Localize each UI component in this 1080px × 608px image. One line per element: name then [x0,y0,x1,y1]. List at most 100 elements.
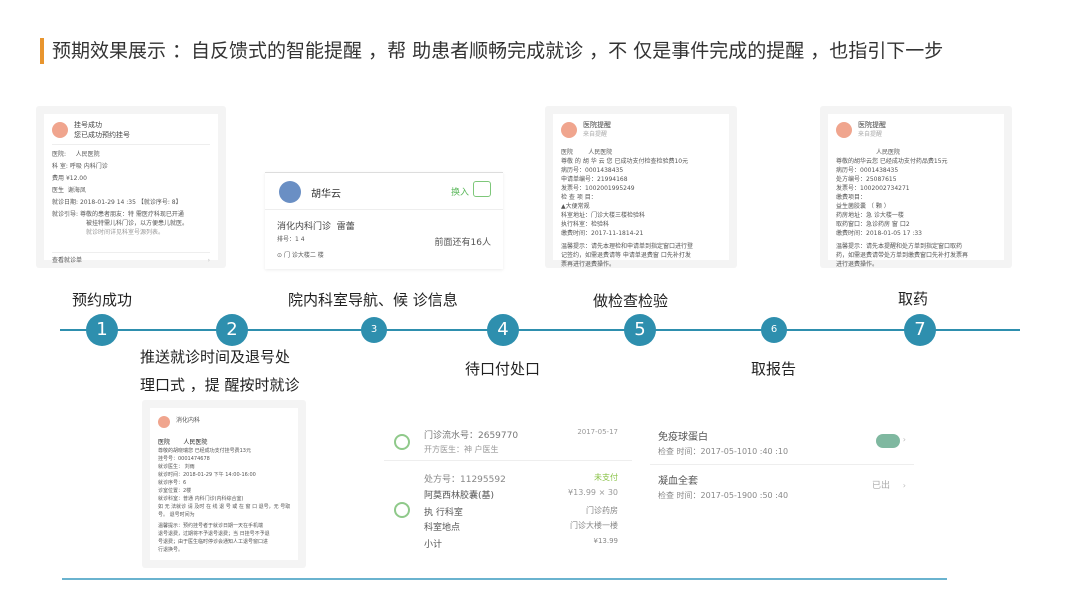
card1-dept: 呼吸 内科门诊 [69,163,108,170]
card1-date-label: 就诊日期: [52,199,79,206]
card7-line: 取药窗口：急诊药房 窗 口2 [836,221,910,228]
card1-date: 2018-01-29 14 :35 【就诊序号: 8】 [79,199,182,206]
card5-line: 科室地址：门诊大楼三楼检验科 [561,212,646,219]
card2-line: 诊室位置：2楼 [158,488,192,494]
card4-loc-label: 科室地点 [424,523,461,533]
step-label-7: 取药 [898,290,929,308]
report-item-1-time: 检查 时间：2017-05-1010 :40 :10 [658,447,789,456]
card2-line: 尊敬的胡晓瑞您 已经成功支付挂号费13元 [158,448,251,454]
card-queue-info: 胡华云 换入 消化内科门诊 雷蕾 排号：1 4 前面还有16人 ⊙ 门 诊大楼二… [265,172,503,269]
card5-line: 病历号：0001438435 [561,167,624,174]
card5-hospital: 人民医院 [588,149,613,156]
step-node-1: 1 [86,314,118,346]
card2-line: 退号退费，过期将不予退号退费；当 日挂号不予退 [158,531,270,537]
card1-guide-line2: 被挂特需儿科门诊，以方便患儿就医。 [86,220,189,227]
avatar [279,181,301,203]
card7-line: 病历号：0001438435 [836,167,899,174]
hospital-icon [836,122,852,138]
card3-dept: 消化内科门诊 [277,222,332,232]
card4-row1-date: 2017-05-17 [577,428,618,436]
card4-drug: 阿莫西林胶囊(基) [424,491,495,501]
card7-line: 缴费时间：2018-01-05 17 :33 [836,230,922,237]
card3-doctor: 雷蕾 [336,222,355,232]
card1-hospital-label: 医院: [52,151,67,158]
chevron-right-icon: › [902,481,906,490]
card4-subtotal-value: ¥13.99 [593,537,619,545]
card4-row1-label: 门诊流水号：2659770 [424,431,519,441]
card2-hospital-label: 医院 [158,439,171,446]
card3-location: 门 诊大楼二 楼 [283,252,324,259]
chevron-right-icon: › [902,435,906,444]
step-label-2a: 推送就诊时间及退号处 [140,348,291,366]
card1-dept-label: 科 室: [52,163,68,170]
card7-tip1: 温馨提示：请先本提醒和处方单到指定窗口取药 [836,243,963,250]
card7-title: 医院提醒 [858,121,886,129]
card-appointment-success: 挂号成功 您已成功预约挂号 医院: 人民医院 科 室: 呼吸 内科门诊 费用 ¥… [36,106,226,268]
card4-subtotal-label: 小计 [424,540,443,550]
step-node-4: 4 [487,314,519,346]
step-label-2b: 理口式 ，提 醒按时就诊 [140,376,300,394]
card-pending-payment: 门诊流水号：2659770 2017-05-17 开方医生：神 户医生 处方号：… [384,416,632,556]
card2-line: 行退换号。 [158,547,184,553]
card4-status-badge: 未支付 [594,473,618,482]
card1-guide-line3: 就诊时间详见科室号源列表。 [86,229,165,236]
card1-fee: ¥12.00 [65,175,87,182]
card5-line: 检 查 项 目： [561,194,597,201]
view-ticket-link[interactable]: 查看就诊单 [52,256,82,265]
hospital-icon [158,416,170,428]
card1-guide-line1: 尊敬的患者朋友：特 需医疗科现已开通 [79,211,184,218]
step-label-6: 取报告 [751,360,797,378]
card7-line: 尊敬的胡华云您 已经成功支付药品费15元 [836,158,948,165]
chevron-right-icon: › [207,257,210,264]
card4-exec-label: 执 行科室 [424,508,463,518]
card2-hospital: 人民医院 [183,439,208,446]
card-medicine-payment: 医院提醒 来自提醒 人民医院 尊敬的胡华云您 已经成功支付药品费15元 病历号：… [820,106,1012,268]
report-item-1[interactable]: 免疫球蛋白 [658,428,708,443]
card1-guide-label: 就诊引导: [52,211,79,218]
card1-subtitle: 您已成功预约挂号 [74,131,130,139]
card3-queue: 前面还有16人 [434,238,491,248]
card2-line: 温馨提示：预约挂号者于就诊日期一天在手机端 [158,523,264,529]
bottom-divider [62,578,947,580]
card4-exec-value: 门诊药房 [586,506,618,515]
card-report-list: 免疫球蛋白 检查 时间：2017-05-1010 :40 :10 › 凝血全套 … [650,416,914,516]
card4-row1-sub: 开方医生：神 户医生 [424,445,499,454]
card3-name: 胡华云 [311,189,341,200]
card5-title: 医院提醒 [583,121,611,129]
card5-tip2: 记签约，如需退费请等 申请单退费窗 口先补打发 [561,252,691,259]
radio-unchecked-icon[interactable] [394,502,410,518]
card5-line: 执行科室：检验科 [561,221,610,228]
page-title: 预期效果展示 ：自反馈式的智能提醒 ，帮 助患者顺畅完成就诊 ，不 仅是事件完成… [52,40,944,62]
radio-unchecked-icon[interactable] [394,434,410,450]
card4-rx-label: 处方号：11295592 [424,475,506,485]
card1-title: 挂号成功 [74,121,102,129]
switch-button[interactable]: 换入 [451,185,469,198]
card7-line: 发票号：1002002734271 [836,185,910,192]
step-node-5: 5 [624,314,656,346]
card7-subtitle: 来自提醒 [858,131,883,138]
timeline [60,329,1020,331]
step-node-7: 7 [904,314,936,346]
report-item-2[interactable]: 凝血全套 [658,472,698,487]
switch-user-icon[interactable] [473,181,491,197]
card1-doctor: 谢海凤 [67,187,86,194]
card-visit-reminder: 消化内科 医院 人民医院 尊敬的胡晓瑞您 已经成功支付挂号费13元 挂号号：00… [142,400,306,568]
card5-line: 发票号：1002001995249 [561,185,635,192]
step-node-3: 3 [361,317,387,343]
card5-tip1: 温馨提示：请先本理检和申请单到指定窗口进行登 [561,243,694,250]
card5-line: 申请单编号：21994168 [561,176,628,183]
card5-hospital-label: 医院 [561,149,574,156]
card1-fee-label: 费用 [52,175,65,182]
card5-tip3: 票再进行退费操作。 [561,261,616,268]
step-label-5: 做检查检验 [593,292,669,310]
card7-tip2: 药，如需退费请带处方单到缴费窗口先补打发票再 [836,252,969,259]
card3-code: 排号：1 4 [277,236,305,243]
card1-hospital: 人民医院 [75,151,100,158]
location-pin-icon: ⊙ [277,252,283,259]
card2-line: 就诊序号：6 [158,480,187,486]
card4-loc-value: 门诊大楼一楼 [570,521,618,530]
card2-line: 就诊时间：2018-01-29 下午 14:00-16:00 [158,472,256,478]
card-exam-payment: 医院提醒 来自提醒 医院 人民医院 尊敬 的 胡 华 云 您 已成功支付检查检验… [545,106,737,268]
step-node-6: 6 [761,317,787,343]
card2-line: 就诊科室：普通 内科门诊(内科综合室) [158,496,244,502]
